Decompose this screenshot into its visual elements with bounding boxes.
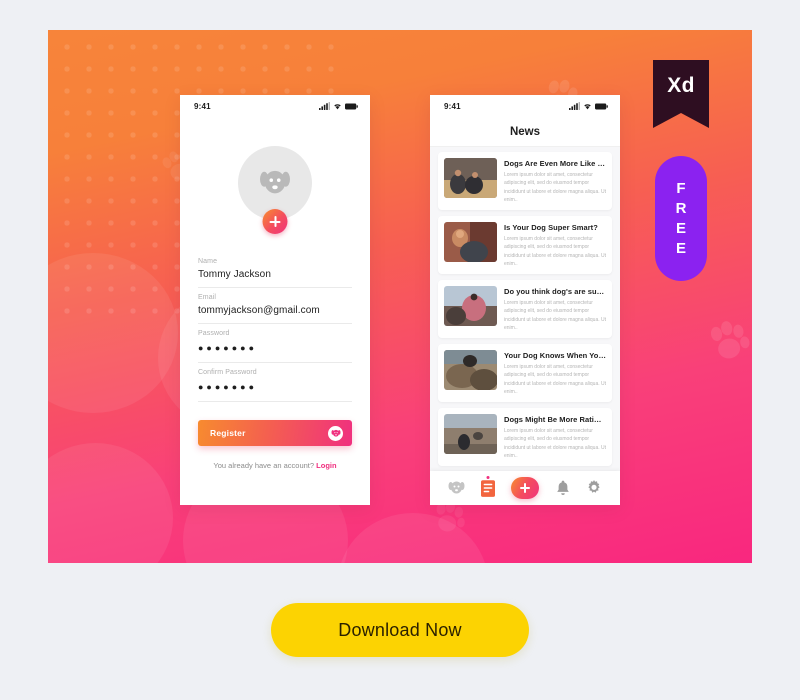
battery-icon	[345, 103, 358, 109]
register-button[interactable]: Register	[198, 420, 352, 446]
list-icon	[481, 479, 496, 497]
list-item[interactable]: Your Dog Knows When You're... Lorem ipsu…	[438, 344, 612, 402]
free-letter: E	[675, 240, 686, 257]
field-password[interactable]: Password ●●●●●●●	[198, 324, 352, 363]
field-name[interactable]: Name Tommy Jackson	[198, 252, 352, 288]
dog-face-icon	[331, 429, 340, 437]
wifi-icon	[334, 104, 341, 110]
register-button-label: Register	[210, 428, 246, 438]
article-thumbnail	[444, 350, 497, 390]
add-photo-button[interactable]	[262, 209, 288, 234]
free-badge: F R E E	[655, 156, 707, 281]
dog-face-icon	[448, 481, 465, 494]
article-text: Is Your Dog Super Smart? Lorem ipsum dol…	[504, 222, 606, 268]
battery-icon	[595, 103, 608, 109]
signal-icon	[569, 102, 580, 110]
statusbar-time: 9:41	[194, 101, 211, 111]
news-header: News	[430, 117, 620, 147]
news-phone-mockup: 9:41 News Dogs Are Even More Like Us... …	[430, 95, 620, 505]
field-label: Confirm Password	[198, 369, 257, 376]
article-title: Your Dog Knows When You're...	[504, 351, 606, 360]
field-value: ●●●●●●●	[198, 343, 258, 353]
nav-item-feed[interactable]	[481, 475, 496, 497]
field-label: Name	[198, 258, 218, 265]
field-value: ●●●●●●●	[198, 382, 258, 392]
article-thumbnail	[444, 222, 497, 262]
free-letter: R	[675, 200, 687, 217]
article-title: Dogs Are Even More Like Us...	[504, 159, 606, 168]
dog-face-icon	[260, 170, 290, 193]
xd-label: Xd	[667, 74, 695, 97]
circle-decoration	[48, 443, 173, 563]
signup-statusbar: 9:41	[180, 95, 370, 117]
login-prompt-text: You already have an account?	[213, 461, 315, 470]
avatar-section	[180, 117, 370, 252]
field-confirm-password[interactable]: Confirm Password ●●●●●●●	[198, 363, 352, 402]
article-text: Dogs Might Be More Rational... Lorem ips…	[504, 414, 606, 460]
article-excerpt: Lorem ipsum dolor sit amet, consectetur …	[504, 364, 607, 395]
free-letter: F	[676, 180, 686, 197]
gear-icon	[588, 480, 600, 493]
article-text: Dogs Are Even More Like Us... Lorem ipsu…	[504, 158, 606, 204]
register-button-icon	[328, 425, 343, 441]
login-link[interactable]: Login	[316, 461, 336, 470]
article-excerpt: Lorem ipsum dolor sit amet, consectetur …	[504, 300, 607, 331]
article-title: Do you think dog's are super...	[504, 287, 606, 296]
nav-item-settings[interactable]	[586, 480, 602, 496]
xd-ribbon-badge: Xd	[653, 60, 709, 128]
statusbar-icons	[569, 102, 608, 110]
news-statusbar: 9:41	[430, 95, 620, 117]
field-value: tommyjackson@gmail.com	[198, 305, 320, 316]
nav-add-button[interactable]	[511, 477, 540, 499]
nav-item-notifications[interactable]	[556, 480, 570, 496]
article-text: Your Dog Knows When You're... Lorem ipsu…	[504, 350, 606, 396]
list-item[interactable]: Do you think dog's are super... Lorem ip…	[438, 280, 612, 338]
list-item[interactable]: Is Your Dog Super Smart? Lorem ipsum dol…	[438, 216, 612, 274]
article-excerpt: Lorem ipsum dolor sit amet, consectetur …	[504, 172, 607, 203]
statusbar-icons	[319, 102, 358, 110]
paw-print-icon	[703, 317, 752, 368]
article-title: Is Your Dog Super Smart?	[504, 223, 598, 232]
article-text: Do you think dog's are super... Lorem ip…	[504, 286, 606, 332]
notification-badge	[486, 475, 490, 479]
free-letter: E	[675, 220, 686, 237]
list-item[interactable]: Dogs Might Be More Rational... Lorem ips…	[438, 408, 612, 466]
article-thumbnail	[444, 414, 497, 454]
signup-form: Name Tommy Jackson Email tommyjackson@gm…	[180, 252, 370, 402]
article-thumbnail	[444, 158, 497, 198]
article-excerpt: Lorem ipsum dolor sit amet, consectetur …	[504, 428, 607, 459]
page-title: News	[509, 125, 541, 138]
field-value: Tommy Jackson	[198, 269, 271, 280]
page-root: 9:41 Name Tommy Jackson Email tommyjacks…	[0, 0, 800, 700]
field-email[interactable]: Email tommyjackson@gmail.com	[198, 288, 352, 324]
hero-banner: 9:41 Name Tommy Jackson Email tommyjacks…	[48, 30, 752, 563]
field-label: Password	[198, 330, 230, 337]
signup-phone-mockup: 9:41 Name Tommy Jackson Email tommyjacks…	[180, 95, 370, 505]
list-item[interactable]: Dogs Are Even More Like Us... Lorem ipsu…	[438, 152, 612, 210]
download-button-label: Download Now	[338, 619, 462, 640]
bell-icon	[556, 480, 569, 495]
download-now-button[interactable]: Download Now	[271, 603, 529, 657]
login-prompt: You already have an account? Login	[180, 461, 370, 470]
nav-item-dog[interactable]	[448, 480, 465, 496]
field-label: Email	[198, 294, 217, 301]
article-title: Dogs Might Be More Rational...	[504, 415, 606, 424]
wifi-icon	[584, 104, 591, 110]
news-article-list[interactable]: Dogs Are Even More Like Us... Lorem ipsu…	[430, 147, 620, 492]
signal-icon	[319, 102, 330, 110]
article-excerpt: Lorem ipsum dolor sit amet, consectetur …	[504, 236, 607, 267]
statusbar-time: 9:41	[444, 101, 461, 111]
article-thumbnail	[444, 286, 497, 326]
bottom-navigation[interactable]	[430, 471, 620, 505]
